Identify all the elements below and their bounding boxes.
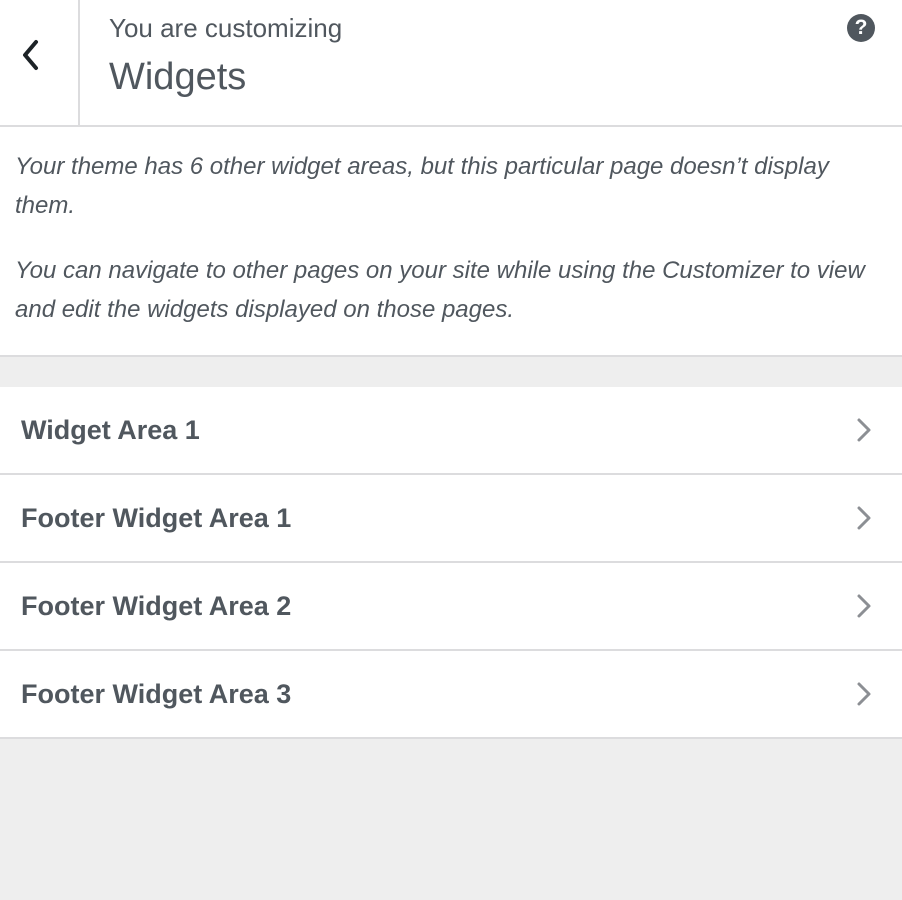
description-paragraph: Your theme has 6 other widget areas, but…	[15, 153, 829, 219]
description-paragraph: You can navigate to other pages on your …	[15, 257, 865, 323]
widget-area-label: Footer Widget Area 3	[21, 679, 292, 709]
chevron-right-icon	[857, 506, 871, 530]
chevron-left-icon	[23, 40, 38, 70]
widget-area-item[interactable]: Widget Area 1	[0, 387, 902, 475]
back-button[interactable]	[0, 0, 80, 125]
title-block: You are customizing Widgets	[109, 12, 342, 102]
section-spacer	[0, 357, 902, 387]
customizing-label: You are customizing	[109, 13, 343, 43]
widget-area-item[interactable]: Footer Widget Area 3	[0, 651, 902, 739]
chevron-right-icon	[857, 682, 871, 706]
help-button[interactable]: ?	[847, 14, 875, 42]
widget-area-list: Widget Area 1 Footer Widget Area 1 Foote…	[0, 387, 902, 739]
widget-area-item[interactable]: Footer Widget Area 2	[0, 563, 902, 651]
help-icon: ?	[854, 16, 868, 39]
panel-title: Widgets	[109, 56, 247, 98]
widget-area-label: Footer Widget Area 2	[21, 591, 292, 621]
chevron-right-icon	[857, 418, 871, 442]
widgets-description: Your theme has 6 other widget areas, but…	[0, 127, 902, 357]
customizer-header: You are customizing Widgets ?	[0, 0, 902, 127]
widget-area-label: Widget Area 1	[21, 415, 200, 445]
chevron-right-icon	[857, 594, 871, 618]
widget-area-item[interactable]: Footer Widget Area 1	[0, 475, 902, 563]
widget-area-label: Footer Widget Area 1	[21, 503, 292, 533]
